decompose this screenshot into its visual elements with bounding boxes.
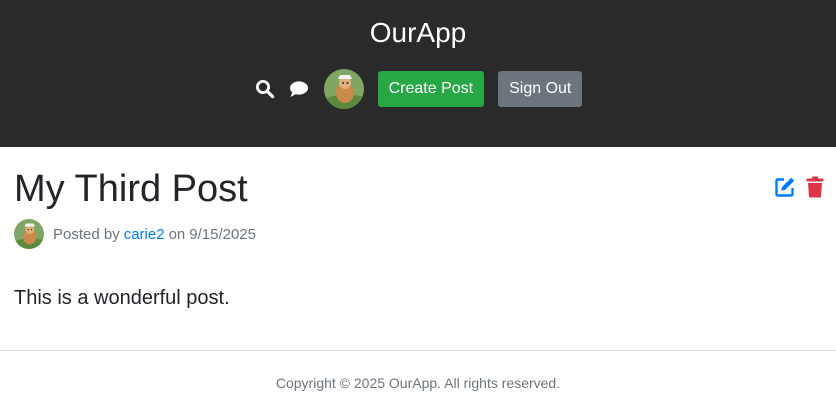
chat-icon[interactable] [288, 78, 310, 100]
sign-out-button[interactable]: Sign Out [498, 71, 583, 107]
on-label: on [168, 225, 186, 243]
author-avatar[interactable] [14, 219, 44, 249]
post-title: My Third Post [14, 168, 248, 210]
search-icon[interactable] [254, 78, 276, 100]
post-date: 9/15/2025 [189, 225, 256, 243]
post-meta: Posted by carie2 on 9/15/2025 [14, 219, 256, 249]
header-nav: Create Post Sign Out [0, 69, 836, 109]
edit-icon[interactable] [774, 176, 796, 198]
post-body: This is a wonderful post. [14, 287, 230, 309]
copyright-text: Copyright © 2025 OurApp. All rights rese… [275, 375, 561, 391]
posted-by-label: Posted by [53, 225, 120, 243]
site-footer: Copyright © 2025 OurApp. All rights rese… [0, 350, 836, 420]
post-actions [774, 176, 824, 198]
delete-icon[interactable] [806, 176, 824, 198]
site-header: OurApp Create Post Sign Out [0, 0, 836, 147]
app-brand[interactable]: OurApp [0, 15, 836, 51]
create-post-button[interactable]: Create Post [377, 71, 485, 107]
author-link[interactable]: carie2 [124, 226, 165, 243]
user-avatar[interactable] [323, 69, 364, 109]
